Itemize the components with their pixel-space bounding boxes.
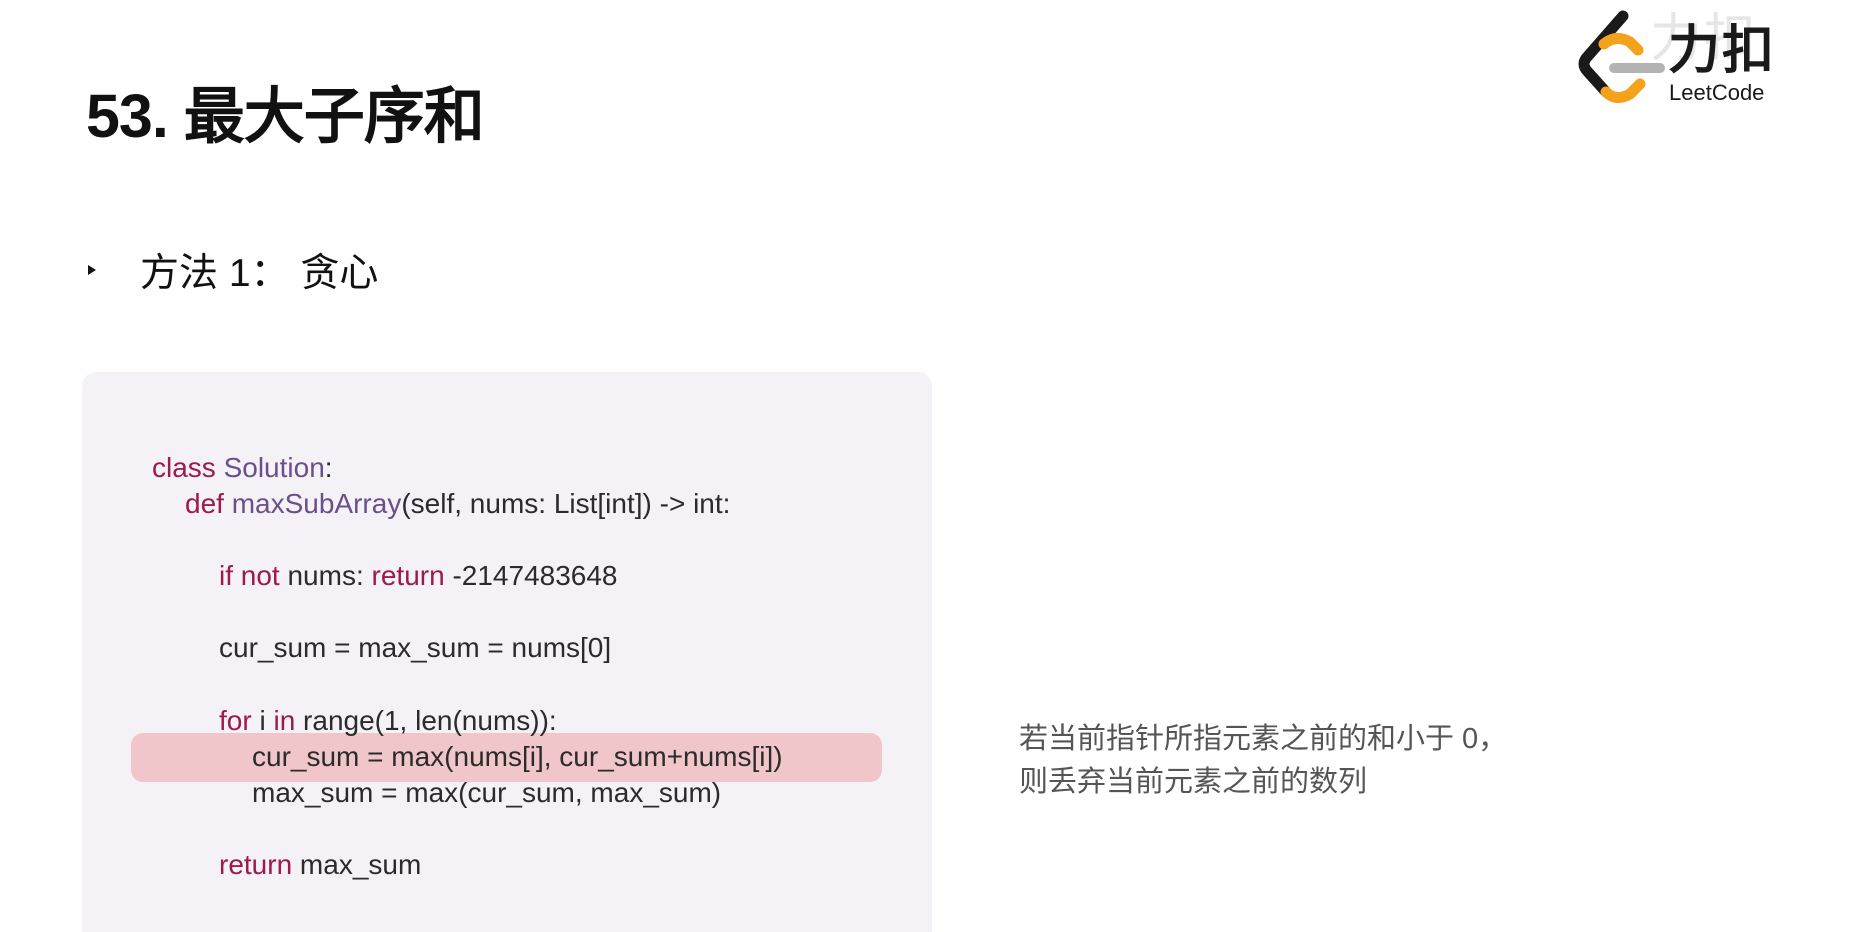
code-text: -2147483648 (444, 560, 618, 591)
code-class-name: Solution (223, 452, 325, 483)
code-line-5: for i in range(1, len(nums)): (219, 703, 557, 739)
code-line-6: cur_sum = max(nums[i], cur_sum+nums[i]) (252, 741, 783, 772)
bullet-text: 方法 1： 贪心 (140, 252, 379, 295)
leetcode-logo-icon (1578, 10, 1665, 103)
logo-chinese-text: 力扣 (1668, 22, 1777, 80)
code-line-2: def maxSubArray(self, nums: List[int]) -… (185, 486, 730, 522)
code-text: range(1, len(nums)): (295, 705, 557, 736)
code-text: nums: (279, 560, 372, 591)
code-keyword: return (371, 560, 445, 591)
code-keyword: def (185, 488, 224, 519)
leetcode-logo: 力扣 LeetCode (1568, 6, 1854, 116)
method-bullet: 方法 1： 贪心 (88, 240, 378, 300)
slide: 力扣 53. 最大子序和 方法 1： 贪心 class Solution: de… (0, 0, 1854, 932)
code-text: max_sum (292, 849, 422, 880)
code-function-name: maxSubArray (231, 488, 402, 519)
code-keyword: if not (219, 560, 280, 591)
note-line-1: 若当前指针所指元素之前的和小于 0， (1019, 723, 1508, 755)
code-text: : (324, 452, 333, 483)
code-text: (self, nums: List[int]) -> int: (401, 488, 731, 519)
page-title: 53. 最大子序和 (86, 82, 485, 150)
code-keyword: return (219, 849, 293, 880)
code-text: i (251, 705, 274, 736)
code-keyword: class (152, 452, 216, 483)
note-line-2: 则丢弃当前元素之前的数列 (1019, 766, 1368, 798)
logo-english-text: LeetCode (1669, 80, 1765, 105)
code-line-7: max_sum = max(cur_sum, max_sum) (252, 777, 722, 808)
code-line-1: class Solution: (152, 450, 333, 486)
code-line-3: if not nums: return -2147483648 (219, 558, 618, 594)
code-keyword: in (273, 705, 296, 736)
explanation-note: 若当前指针所指元素之前的和小于 0， 则丢弃当前元素之前的数列 (1019, 718, 1507, 804)
triangle-bullet-icon (88, 265, 96, 275)
code-line-4: cur_sum = max_sum = nums[0] (219, 632, 612, 663)
code-keyword: for (219, 705, 252, 736)
code-line-8: return max_sum (219, 847, 421, 883)
